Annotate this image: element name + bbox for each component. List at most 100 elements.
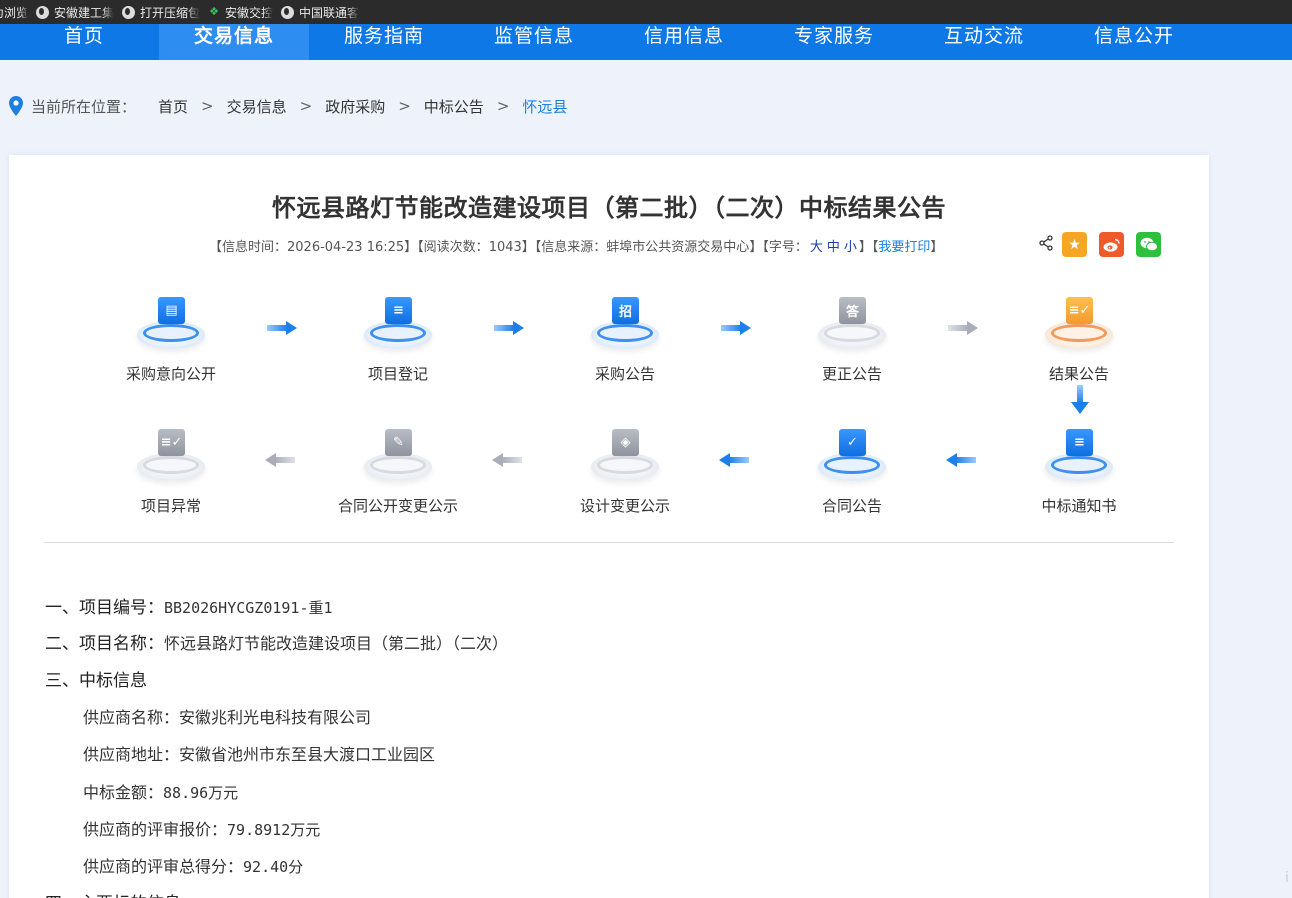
article-meta: 【信息时间：2026-04-23 16:25】【阅读次数：1043】【信息来源：… xyxy=(209,236,943,255)
step-award-notice[interactable]: ≡ 中标通知书 xyxy=(1019,427,1139,516)
step-platform: ≡✓ xyxy=(1041,295,1117,355)
bookmark-item[interactable]: 安徽建工集团 xyxy=(36,0,122,24)
step-platform: ◈ xyxy=(587,427,663,487)
star-icon[interactable]: ★ xyxy=(1062,232,1087,257)
globe-icon xyxy=(281,5,295,19)
divider xyxy=(44,542,1174,543)
bookmark-label: 打开压缩包 xyxy=(140,5,201,20)
arrow-right-icon xyxy=(948,321,978,335)
breadcrumb-separator: > xyxy=(299,97,313,115)
bookmark-item[interactable]: 中国联通客服 xyxy=(281,0,367,24)
meta-reads-label: 】【阅读次数： xyxy=(404,240,489,255)
nav-disclosure[interactable]: 信息公开 xyxy=(1059,24,1209,60)
share-icon[interactable] xyxy=(1035,232,1057,254)
award-amount-value: 88.96万元 xyxy=(163,784,239,802)
leaf-icon: ❖ xyxy=(209,5,219,18)
globe-icon xyxy=(122,5,136,19)
step-register[interactable]: ≡ 项目登记 xyxy=(338,295,458,384)
contract-icon: ✓ xyxy=(839,429,866,456)
step-label: 采购意向公开 xyxy=(125,365,216,383)
location-pin-icon xyxy=(9,96,23,116)
step-platform: ≡ xyxy=(360,295,436,355)
step-result[interactable]: ≡✓ 结果公告 xyxy=(1019,295,1139,384)
review-price-line: 供应商的评审报价：79.8912万元 xyxy=(83,816,320,840)
supplier-address: 供应商地址：安徽省池州市东至县大渡口工业园区 xyxy=(83,745,436,764)
arrow-left-icon xyxy=(946,453,976,467)
main-nav: 首页 交易信息 服务指南 监管信息 信用信息 专家服务 互动交流 信息公开 xyxy=(0,24,1292,60)
breadcrumb-gov-procurement[interactable]: 政府采购 xyxy=(325,96,385,117)
bookmark-item[interactable]: 打开压缩包 xyxy=(122,0,208,24)
font-size-small[interactable]: 小 xyxy=(844,240,857,255)
breadcrumb-trade-info[interactable]: 交易信息 xyxy=(227,96,287,117)
step-label: 设计变更公示 xyxy=(579,497,670,515)
wechat-icon[interactable] xyxy=(1136,232,1161,257)
project-number-label: 一、项目编号： xyxy=(45,598,164,618)
contract-change-icon: ✎ xyxy=(385,429,412,456)
step-contract-change[interactable]: ✎ 合同公开变更公示 xyxy=(338,427,458,516)
step-platform: ▤ xyxy=(133,295,209,355)
review-score-line: 供应商的评审总得分：92.40分 xyxy=(83,853,303,877)
supplier-name: 供应商名称：安徽兆利光电科技有限公司 xyxy=(83,708,372,727)
nav-expert[interactable]: 专家服务 xyxy=(759,24,909,60)
bookmarks-bar: 为浏览 安徽建工集团 打开压缩包 ❖ 安徽交控 中国联通客服 xyxy=(0,0,1292,24)
nav-supervision[interactable]: 监管信息 xyxy=(459,24,609,60)
nav-trade-info[interactable]: 交易信息 xyxy=(159,24,309,60)
font-size-medium[interactable]: 中 xyxy=(827,240,840,255)
step-contract[interactable]: ✓ 合同公告 xyxy=(792,427,912,516)
award-info-heading: 三、中标信息 xyxy=(45,671,147,691)
step-label: 合同公开变更公示 xyxy=(338,497,459,515)
breadcrumb-home[interactable]: 首页 xyxy=(158,96,188,117)
nav-credit[interactable]: 信用信息 xyxy=(609,24,759,60)
bookmark-item[interactable]: ❖ 安徽交控 xyxy=(208,0,281,24)
arrow-left-icon xyxy=(265,453,295,467)
step-intent[interactable]: ▤ 采购意向公开 xyxy=(111,295,231,384)
project-name-value: 怀远县路灯节能改造建设项目（第二批）（二次） xyxy=(164,634,509,653)
nav-interaction[interactable]: 互动交流 xyxy=(909,24,1059,60)
arrow-right-icon xyxy=(721,321,751,335)
weibo-icon[interactable] xyxy=(1099,232,1124,257)
breadcrumb-award-notice[interactable]: 中标公告 xyxy=(424,96,484,117)
breadcrumb-current[interactable]: 怀远县 xyxy=(522,96,567,117)
step-design-change[interactable]: ◈ 设计变更公示 xyxy=(565,427,685,516)
intent-doc-icon: ▤ xyxy=(158,297,185,324)
register-icon: ≡ xyxy=(385,297,412,324)
step-platform: ✓ xyxy=(814,427,890,487)
step-label: 结果公告 xyxy=(1048,365,1109,383)
step-label: 更正公告 xyxy=(821,365,882,383)
meta-font-label: 】【字号： xyxy=(749,240,808,255)
step-platform: 答 xyxy=(814,295,890,355)
result-icon: ≡✓ xyxy=(1066,297,1093,324)
bookmark-item[interactable]: 为浏览 xyxy=(0,0,36,24)
step-platform: ≡✓ xyxy=(133,427,209,487)
meta-source: 蚌埠市公共资源交易中心 xyxy=(606,240,750,255)
step-bid-notice[interactable]: 招 采购公告 xyxy=(565,295,685,384)
correction-icon: 答 xyxy=(839,297,866,324)
review-score-value: 92.40分 xyxy=(243,858,304,876)
review-price-label: 供应商的评审报价： xyxy=(83,820,228,839)
bookmark-label: 安徽建工集团 xyxy=(54,5,115,20)
meta-close: 】 xyxy=(930,240,944,255)
award-amount-line: 中标金额：88.96万元 xyxy=(83,779,238,803)
arrow-right-icon xyxy=(267,321,297,335)
arrow-down-icon xyxy=(1071,385,1089,415)
project-number-line: 一、项目编号：BB2026HYCGZ0191-重1 xyxy=(45,593,333,618)
step-label: 中标通知书 xyxy=(1041,497,1117,515)
breadcrumb-separator: > xyxy=(496,97,510,115)
step-exception[interactable]: ≡✓ 项目异常 xyxy=(111,427,231,516)
step-correction[interactable]: 答 更正公告 xyxy=(792,295,912,384)
arrow-left-icon xyxy=(719,453,749,467)
nav-service-guide[interactable]: 服务指南 xyxy=(309,24,459,60)
breadcrumb-label: 当前所在位置： xyxy=(31,97,137,116)
project-number-value: BB2026HYCGZ0191-重1 xyxy=(164,599,333,617)
nav-home[interactable]: 首页 xyxy=(9,24,159,60)
font-size-large[interactable]: 大 xyxy=(810,240,823,255)
project-name-line: 二、项目名称：怀远县路灯节能改造建设项目（第二批）（二次） xyxy=(45,629,508,654)
award-amount-label: 中标金额： xyxy=(83,783,164,802)
step-label: 采购公告 xyxy=(594,365,655,383)
review-score-label: 供应商的评审总得分： xyxy=(83,857,244,876)
breadcrumb-separator: > xyxy=(398,97,411,115)
main-subject-heading: 四、主要标的信息 xyxy=(45,889,181,898)
project-name-label: 二、项目名称： xyxy=(45,634,164,654)
print-link[interactable]: 我要打印 xyxy=(878,240,930,255)
breadcrumb-separator: > xyxy=(201,97,214,115)
